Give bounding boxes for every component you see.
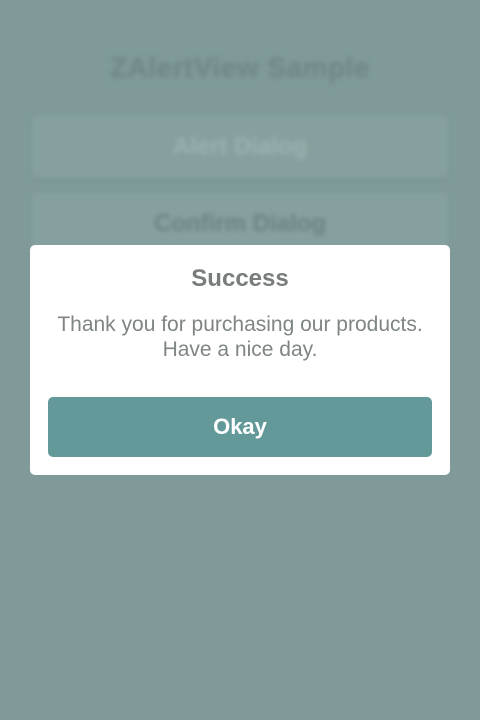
dialog-message-line: Thank you for purchasing our products. xyxy=(57,313,423,336)
success-alert-dialog: Success Thank you for purchasing our pro… xyxy=(30,245,450,475)
dialog-title: Success xyxy=(191,265,289,292)
page-title: ZAlertView Sample xyxy=(109,52,371,83)
alert-dialog-button: Alert Dialog xyxy=(32,116,448,178)
dialog-message-line: Have a nice day. xyxy=(162,338,318,361)
dialog-message: Thank you for purchasing our products. H… xyxy=(40,312,440,362)
okay-button[interactable]: Okay xyxy=(48,397,432,457)
app-screen: ZAlertView Sample Alert Dialog Confirm D… xyxy=(0,0,480,720)
